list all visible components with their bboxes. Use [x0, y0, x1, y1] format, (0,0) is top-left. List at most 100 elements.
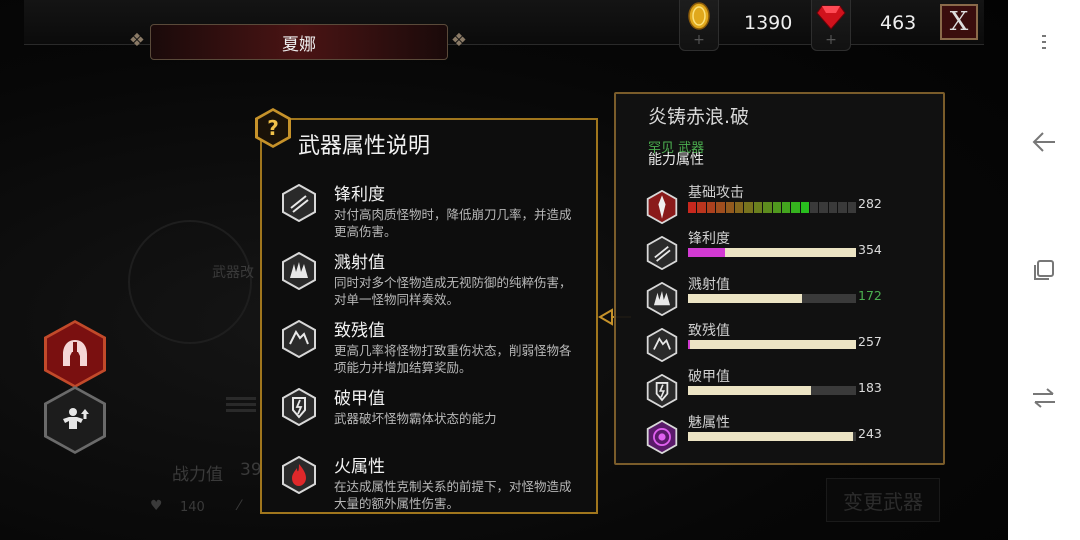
- stat-bar-segment: [763, 202, 772, 213]
- close-button[interactable]: X: [940, 4, 978, 40]
- stat-bar-fill: [688, 386, 811, 395]
- stat-bar: [688, 340, 856, 349]
- crippling-icon: [282, 320, 316, 358]
- stat-bar-segment: [838, 202, 847, 213]
- stat-bar-segment: [847, 202, 857, 213]
- character-name-plate: 夏娜: [150, 24, 448, 60]
- stat-row-base-attack: 基础攻击 282: [646, 185, 886, 230]
- stat-bar-segment: [819, 202, 828, 213]
- stat-bar-fill: [688, 294, 803, 303]
- stat-row-crippling: 致残值 257: [646, 323, 886, 368]
- stat-value: 243: [858, 426, 882, 441]
- menu-icon[interactable]: [1028, 26, 1060, 58]
- crippling-icon: [646, 328, 678, 362]
- stat-label: 破甲值: [688, 369, 730, 385]
- info-item-name: 致残值: [334, 321, 385, 341]
- info-item-desc: 在达成属性克制关系的前提下，对怪物造成大量的额外属性伤害。: [334, 479, 572, 511]
- add-gems-icon[interactable]: +: [812, 32, 850, 48]
- stat-row-sharpness: 锋利度 354: [646, 231, 886, 276]
- sharpness-icon: [646, 236, 678, 270]
- stat-bar-segment: [734, 202, 744, 213]
- armor-helmet-button[interactable]: [44, 320, 106, 388]
- gold-slot[interactable]: +: [679, 0, 719, 51]
- splash-icon: [646, 282, 678, 316]
- info-item-desc: 对付高肉质怪物时，降低崩刀几率，并造成更高伤害。: [334, 207, 572, 239]
- info-item-name: 溅射值: [334, 253, 385, 273]
- armor-break-icon: [282, 388, 316, 426]
- popup-title: 武器属性说明: [298, 134, 431, 159]
- stat-label: 魅属性: [688, 415, 730, 431]
- stat-label: 基础攻击: [688, 185, 744, 201]
- base-attack-icon: [646, 190, 678, 224]
- gem-slot[interactable]: +: [811, 0, 851, 51]
- stat-value: 183: [858, 380, 882, 395]
- stat-label: 溅射值: [688, 277, 730, 293]
- stat-bar-segment: [810, 202, 819, 213]
- power-label: 战力值: [172, 465, 223, 485]
- info-item-desc: 武器破坏怪物霸体状态的能力: [334, 411, 497, 426]
- body-upgrade-button[interactable]: [44, 386, 106, 454]
- switch-icon[interactable]: [1028, 382, 1060, 414]
- stat-label: 锋利度: [688, 231, 730, 247]
- back-icon[interactable]: [1028, 126, 1060, 158]
- attribute-info-popup: [260, 118, 598, 514]
- recent-apps-icon[interactable]: [1028, 254, 1060, 286]
- stat-bar-segment: [688, 202, 697, 213]
- system-nav-bar: [1008, 0, 1080, 540]
- stat-bar-fill: [688, 340, 856, 349]
- gold-coin-icon: [688, 2, 710, 30]
- stat-bar: [688, 432, 856, 441]
- stat-bar-segment: [697, 202, 706, 213]
- stat-bar-segment: [828, 202, 838, 213]
- stat-bar: [688, 248, 856, 257]
- list-icon: [226, 394, 256, 420]
- stat-bar: [688, 386, 856, 395]
- stat-value: 172: [858, 288, 882, 303]
- gold-amount: 1390: [744, 12, 793, 34]
- weapon-name: 炎铸赤浪.破: [648, 106, 750, 128]
- character-name: 夏娜: [282, 34, 316, 55]
- splash-icon: [282, 252, 316, 290]
- weapon-emblem-ring: [128, 220, 252, 344]
- info-item-desc: 同时对多个怪物造成无视防御的纯粹伤害，对单一怪物同样奏效。: [334, 275, 572, 307]
- plate-ornament-right-icon: ❖: [450, 30, 468, 51]
- info-item-name: 火属性: [334, 457, 385, 477]
- change-weapon-button[interactable]: 变更武器: [826, 478, 940, 522]
- stat-value: 257: [858, 334, 882, 349]
- stat-bar-segment: [800, 202, 810, 213]
- charm-element-icon: [646, 420, 678, 454]
- muscle-upgrade-icon: [63, 408, 89, 429]
- faded-stat-value: 140: [180, 500, 205, 515]
- ruby-gem-icon: [816, 5, 846, 30]
- spartan-helmet-icon: [63, 340, 87, 366]
- faded-weapon-label: 武器改: [212, 265, 254, 281]
- stat-bar-highlight: [688, 248, 725, 257]
- stat-bar: [688, 294, 856, 303]
- stat-bar-segmented: [688, 202, 857, 213]
- stat-bar-segment: [753, 202, 763, 213]
- info-item-desc: 更高几率将怪物打致重伤状态，削弱怪物各项能力并增加结算奖励。: [334, 343, 572, 375]
- game-screen: 武器改 战力值 39 ♥ 140 ⁄ 变更武器 ❖ 夏娜 ❖ + 1390 + …: [0, 0, 1008, 540]
- stat-bar-segment: [791, 202, 800, 213]
- add-gold-icon[interactable]: +: [680, 32, 718, 48]
- stat-bar-segment: [772, 202, 781, 213]
- stat-row-armor-break: 破甲值 183: [646, 369, 886, 414]
- info-item-name: 破甲值: [334, 389, 385, 409]
- stat-bar-segment: [725, 202, 734, 213]
- sword-icon: ⁄: [238, 498, 241, 514]
- sharpness-icon: [282, 184, 316, 222]
- stat-value: 282: [858, 196, 882, 211]
- stat-bar-segment: [706, 202, 716, 213]
- power-value: 39: [240, 460, 262, 480]
- stat-bar-segment: [781, 202, 791, 213]
- info-item-name: 锋利度: [334, 185, 385, 205]
- stat-bar-segment: [716, 202, 725, 213]
- stat-label: 致残值: [688, 323, 730, 339]
- stat-row-charm: 魅属性 243: [646, 415, 886, 460]
- stat-bar-segment: [744, 202, 753, 213]
- heart-icon: ♥: [150, 498, 163, 514]
- stat-bar-fill: [688, 432, 853, 441]
- fire-element-icon: [282, 456, 316, 494]
- stat-row-splash: 溅射值 172: [646, 277, 886, 322]
- stat-value: 354: [858, 242, 882, 257]
